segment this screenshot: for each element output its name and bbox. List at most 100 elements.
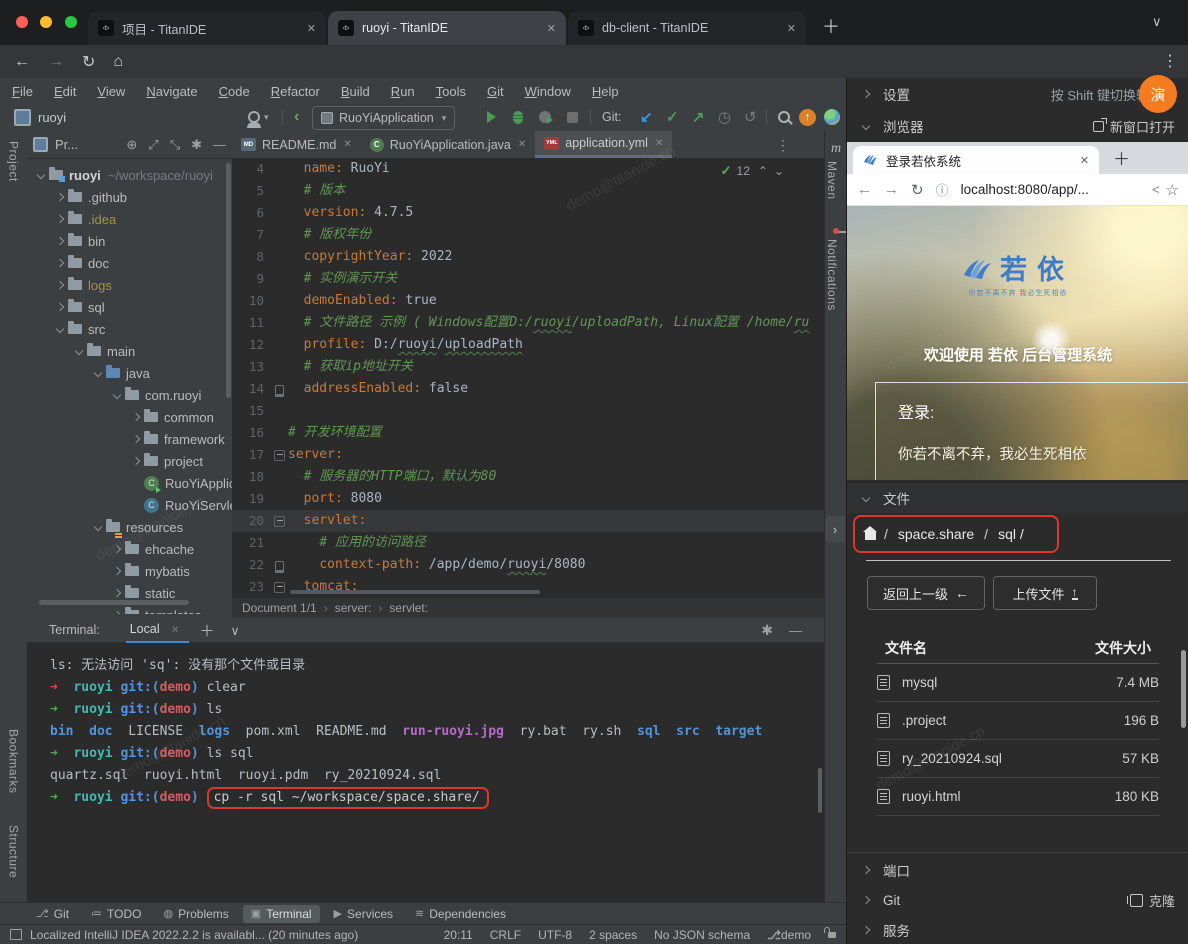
search-everywhere-icon[interactable] [778, 104, 790, 130]
upload-button[interactable]: 上传文件↑ [993, 576, 1097, 610]
file-row-mysql[interactable]: mysql7.4 MB [877, 664, 1159, 702]
chevron-right-icon[interactable] [113, 589, 121, 597]
bookmark-star-icon[interactable]: ☆ [1166, 181, 1179, 199]
minimize-terminal-icon[interactable]: — [789, 623, 802, 638]
chevron-right-icon[interactable] [56, 259, 64, 267]
toolwindow-dependencies[interactable]: ≋Dependencies [407, 905, 514, 923]
chevron-down-icon[interactable] [56, 325, 64, 333]
code-line-16[interactable]: 16# 开发环境配置 [232, 422, 824, 444]
files-breadcrumb[interactable]: / space.share / sql / [853, 515, 1059, 553]
tree-item-common[interactable]: common [27, 406, 232, 428]
code-line-15[interactable]: 15 [232, 400, 824, 422]
embedded-tab[interactable]: 登录若依系统 ✕ [853, 146, 1099, 174]
menu-edit[interactable]: Edit [54, 84, 76, 99]
editor-tab-ruoyiapplication.java[interactable]: CRuoYiApplication.java✕ [361, 131, 536, 158]
editor-tab-options-icon[interactable]: ⋮ [776, 137, 790, 154]
go-up-button[interactable]: 返回上一级← [867, 576, 985, 610]
toolwindow-problems[interactable]: ◍Problems [155, 905, 236, 923]
locate-file-icon[interactable]: ⊕ [126, 137, 137, 153]
chevron-right-icon[interactable] [113, 611, 121, 614]
browser-menu-kebab-icon[interactable]: ⋮ [1162, 51, 1178, 71]
toolstrip-bookmarks[interactable]: Bookmarks [0, 729, 27, 799]
code-line-9[interactable]: 9 # 实例演示开关 [232, 268, 824, 290]
terminal-tab-local[interactable]: Local ✕ [130, 622, 180, 638]
terminal-settings-gear-icon[interactable]: ✱ [761, 622, 773, 639]
browser-tab[interactable]: ‹t›项目 - TitanIDE✕ [88, 11, 326, 45]
tab-search-chevron-icon[interactable]: ∨ [1152, 14, 1162, 30]
panel-settings-gear-icon[interactable]: ✱ [191, 137, 202, 153]
chevron-right-icon[interactable] [56, 303, 64, 311]
chevron-right-icon[interactable] [113, 545, 121, 553]
code-line-19[interactable]: 19 port: 8080 [232, 488, 824, 510]
breadcrumb-item[interactable]: server: [335, 601, 372, 615]
file-row--project[interactable]: .project196 B [877, 702, 1159, 740]
close-icon[interactable]: ✕ [307, 22, 316, 35]
tree-item-ruoyiapplic[interactable]: CRuoYiApplic [27, 472, 232, 494]
editor-tab-application.yml[interactable]: YMLapplication.yml✕ [535, 131, 672, 158]
fold-icon[interactable] [274, 450, 285, 461]
terminal-scrollbar[interactable] [818, 768, 822, 813]
tree-item-templates[interactable]: templates [27, 604, 232, 614]
back-icon[interactable]: ← [857, 181, 872, 198]
status-item[interactable]: 2 spaces [589, 928, 637, 942]
breadcrumb-sql[interactable]: sql / [998, 526, 1024, 542]
toolstrip-structure[interactable]: Structure [0, 825, 27, 883]
file-row-ry-20210924-sql[interactable]: ry_20210924.sql57 KB [877, 740, 1159, 778]
debug-button[interactable] [513, 104, 523, 130]
tree-item-main[interactable]: main [27, 340, 232, 362]
new-terminal-icon[interactable]: ＋ [199, 620, 214, 641]
git-push-icon[interactable]: ↗ [692, 104, 705, 130]
tree-item--idea[interactable]: .idea [27, 208, 232, 230]
menu-build[interactable]: Build [341, 84, 370, 99]
code-line-18[interactable]: 18 # 服务器的HTTP端口，默认为80 [232, 466, 824, 488]
close-window-button[interactable] [16, 16, 28, 28]
terminal-output[interactable]: ls: 无法访问 'sq': 没有那个文件或目录➜ ruoyi git:(dem… [27, 643, 824, 809]
toolbar-project-name[interactable]: ruoyi [38, 110, 66, 125]
menu-git[interactable]: Git [487, 84, 504, 99]
tree-item-com-ruoyi[interactable]: com.ruoyi [27, 384, 232, 406]
section-git[interactable]: Git克隆 [847, 885, 1188, 915]
close-icon[interactable]: ✕ [547, 22, 556, 35]
toolstrip-project[interactable]: Project [0, 141, 27, 187]
run-configuration-select[interactable]: RuoYiApplication ▾ [312, 106, 455, 130]
project-panel-title[interactable]: Pr... [55, 137, 78, 152]
share-icon[interactable]: < [1152, 182, 1160, 197]
toolwindow-todo[interactable]: ≔TODO [83, 905, 149, 923]
chevron-right-icon[interactable] [56, 281, 64, 289]
forward-icon[interactable]: → [48, 53, 64, 71]
code-line-23[interactable]: 23 tomcat: [232, 576, 824, 598]
status-git-branch[interactable]: ⎇ demo [767, 928, 811, 942]
code-line-5[interactable]: 5 # 版本 [232, 180, 824, 202]
home-icon[interactable]: ⌂ [113, 53, 123, 71]
chevron-right-icon[interactable] [56, 237, 64, 245]
toolwindow-git[interactable]: ⎇Git [28, 905, 77, 923]
git-history-icon[interactable]: ◷ [718, 104, 731, 130]
section-browser[interactable]: 浏览器 新窗口打开 [847, 110, 1188, 142]
status-item[interactable]: No JSON schema [654, 928, 750, 942]
chevron-right-icon[interactable] [56, 215, 64, 223]
chevron-down-icon[interactable] [113, 391, 121, 399]
forward-icon[interactable]: → [884, 181, 899, 198]
open-new-window-button[interactable]: 新窗口打开 [1093, 117, 1175, 136]
tree-item--github[interactable]: .github [27, 186, 232, 208]
chevron-down-icon[interactable] [75, 347, 83, 355]
learn-ide-icon[interactable] [824, 104, 840, 130]
menu-help[interactable]: Help [592, 84, 619, 99]
close-icon[interactable]: ✕ [787, 22, 796, 35]
minimize-window-button[interactable] [40, 16, 52, 28]
code-line-21[interactable]: 21 # 应用的访问路径 [232, 532, 824, 554]
collapse-all-icon[interactable]: ⤡ [170, 137, 180, 153]
breadcrumb-item[interactable]: Document 1/1 [242, 601, 317, 615]
menu-file[interactable]: File [12, 84, 33, 99]
toolwindow-services[interactable]: ▶Services [326, 905, 401, 923]
new-tab-button[interactable]: ＋ [822, 13, 840, 39]
embedded-url[interactable]: localhost:8080/app/... [961, 182, 1089, 197]
status-item[interactable]: UTF-8 [538, 928, 572, 942]
reload-icon[interactable]: ↻ [911, 181, 924, 199]
menu-code[interactable]: Code [219, 84, 250, 99]
code-line-11[interactable]: 11 # 文件路径 示例 ( Windows配置D:/ruoyi/uploadP… [232, 312, 824, 334]
status-item[interactable]: CRLF [490, 928, 521, 942]
profiler-button[interactable] [539, 104, 551, 130]
editor-tab-readme.md[interactable]: MDREADME.md✕ [232, 131, 361, 158]
menu-navigate[interactable]: Navigate [146, 84, 197, 99]
